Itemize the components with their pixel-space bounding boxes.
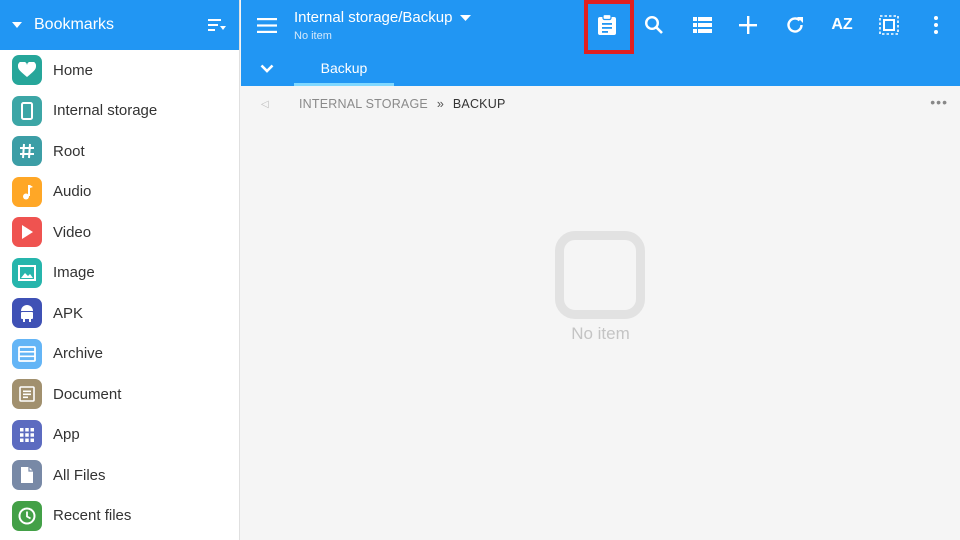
path-title-text: Internal storage/Backup — [294, 9, 453, 26]
chevron-down-icon[interactable] — [255, 58, 279, 78]
document-icon — [12, 379, 42, 410]
list-view-icon[interactable] — [679, 0, 725, 50]
sidebar-item-app[interactable]: App — [0, 415, 239, 456]
sidebar-item-all-files[interactable]: All Files — [0, 455, 239, 496]
highlight-box — [584, 0, 634, 54]
tab-backup[interactable]: Backup — [294, 50, 394, 86]
sidebar-item-image[interactable]: Image — [0, 253, 239, 294]
breadcrumb: ◁ INTERNAL STORAGE » BACKUP ••• — [241, 86, 960, 122]
sidebar-item-label: Video — [53, 223, 92, 241]
sidebar-item-label: Root — [53, 142, 85, 160]
select-all-icon[interactable] — [866, 0, 912, 50]
sidebar-item-label: Internal storage — [53, 102, 158, 120]
breadcrumb-backup[interactable]: BACKUP — [453, 97, 506, 111]
sidebar-item-audio[interactable]: Audio — [0, 172, 239, 213]
sidebar-header[interactable]: Bookmarks — [0, 0, 239, 50]
image-icon — [12, 257, 42, 288]
refresh-icon[interactable] — [772, 0, 818, 50]
play-icon — [12, 217, 42, 248]
android-icon — [12, 298, 42, 329]
sidebar-item-label: Home — [53, 61, 94, 79]
file-list-area: No item — [241, 122, 960, 540]
breadcrumb-separator: » — [436, 97, 444, 111]
sidebar-item-label: App — [53, 426, 80, 444]
sidebar-item-archive[interactable]: Archive — [0, 334, 239, 375]
add-icon[interactable] — [725, 0, 771, 50]
breadcrumb-internal-storage[interactable]: INTERNAL STORAGE — [299, 97, 428, 111]
sidebar-item-label: Archive — [53, 345, 104, 363]
sidebar-item-label: All Files — [53, 466, 106, 484]
search-icon[interactable] — [631, 0, 677, 50]
heart-icon — [12, 55, 42, 86]
sidebar-item-video[interactable]: Video — [0, 212, 239, 253]
sidebar-item-label: Document — [53, 385, 122, 403]
empty-placeholder-icon — [555, 231, 645, 319]
path-title[interactable]: Internal storage/Backup — [294, 9, 472, 26]
sidebar-item-label: Image — [53, 264, 95, 282]
sidebar-item-label: Recent files — [53, 507, 132, 525]
sidebar-title: Bookmarks — [34, 16, 115, 33]
dropdown-arrow-icon[interactable] — [460, 9, 472, 26]
caret-down-icon[interactable] — [0, 21, 34, 29]
sidebar-item-internal-storage[interactable]: Internal storage — [0, 91, 239, 132]
path-subtitle: No item — [294, 30, 332, 42]
empty-state-text: No item — [571, 324, 630, 343]
bookmarks-sidebar: Bookmarks Home Internal storage Root Audio V… — [0, 0, 240, 540]
grid-icon — [12, 419, 42, 450]
sidebar-item-label: APK — [53, 304, 84, 322]
archive-icon — [12, 338, 42, 369]
phone-icon — [12, 95, 42, 126]
bookmark-list: Home Internal storage Root Audio Video Image A… — [0, 50, 239, 536]
sort-list-icon[interactable] — [195, 18, 239, 32]
tab-bar: Backup — [241, 50, 960, 86]
back-triangle-icon[interactable]: ◁ — [261, 99, 277, 110]
menu-icon[interactable] — [253, 12, 281, 38]
hash-icon — [12, 136, 42, 167]
sidebar-item-label: Audio — [53, 183, 92, 201]
sidebar-item-home[interactable]: Home — [0, 50, 239, 91]
file-icon — [12, 460, 42, 491]
sort-az-button[interactable]: AZ — [819, 0, 865, 50]
music-note-icon — [12, 176, 42, 207]
more-horiz-icon[interactable]: ••• — [930, 94, 948, 110]
sidebar-item-document[interactable]: Document — [0, 374, 239, 415]
clock-icon — [12, 500, 42, 531]
more-vert-icon[interactable] — [913, 0, 959, 50]
sidebar-item-recent-files[interactable]: Recent files — [0, 496, 239, 537]
app-bar: Internal storage/Backup No item AZ Backu… — [241, 0, 960, 86]
sidebar-item-root[interactable]: Root — [0, 131, 239, 172]
sidebar-item-apk[interactable]: APK — [0, 293, 239, 334]
